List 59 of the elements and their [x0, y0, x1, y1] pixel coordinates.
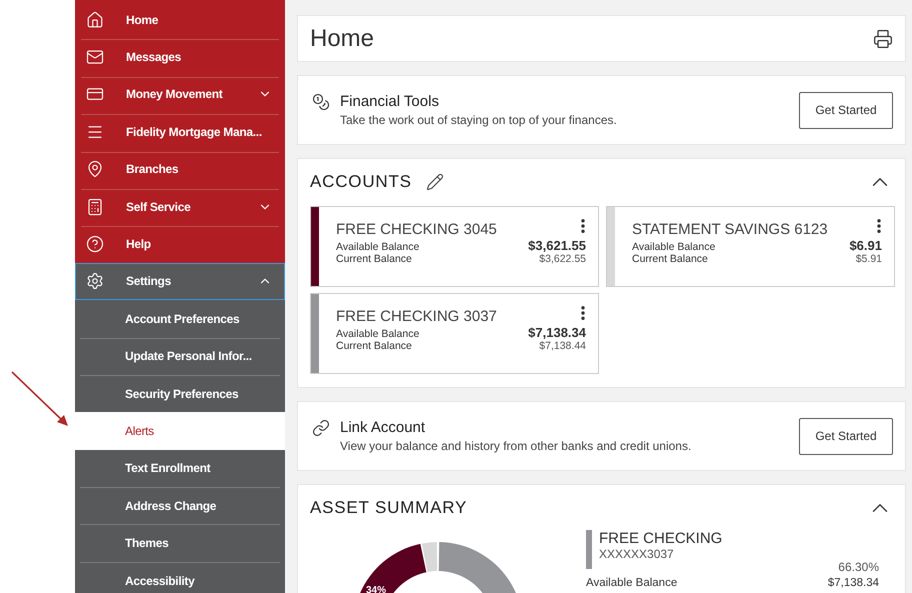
- current-balance-label: Current Balance: [336, 253, 412, 265]
- section-title: ASSET SUMMARY: [310, 498, 468, 518]
- sidebar-item[interactable]: Messages: [75, 38, 285, 76]
- card-subtitle: View your balance and history from other banks and credit unions.: [340, 439, 692, 453]
- sidebar-item[interactable]: Home: [75, 1, 285, 38]
- account-name: STATEMENT SAVINGS 6123: [632, 221, 828, 238]
- current-balance: $5.91: [856, 253, 882, 265]
- available-balance-label: Available Balance: [336, 328, 420, 340]
- balance-value: $7,138.34: [828, 577, 879, 589]
- sidebar-item[interactable]: Help: [75, 225, 285, 263]
- sidebar-item[interactable]: Branches: [75, 150, 285, 188]
- pointer-arrow: [10, 370, 70, 428]
- account-number: XXXXXX3037: [599, 547, 675, 561]
- chart-label: 34%: [366, 585, 386, 593]
- balance-label: Available Balance: [586, 577, 678, 589]
- submenu-item[interactable]: Address Change: [75, 487, 285, 524]
- map-pin-icon: [86, 160, 104, 178]
- get-started-button[interactable]: Get Started: [799, 92, 893, 128]
- available-balance: $6.91: [849, 238, 882, 253]
- calculator-icon: [86, 198, 104, 216]
- sidebar-item[interactable]: Settings: [75, 262, 285, 300]
- sidebar-item[interactable]: Self Service: [75, 188, 285, 226]
- current-balance-label: Current Balance: [336, 340, 412, 352]
- account-tile[interactable]: FREE CHECKING 3037 Available Balance $7,138.34 Current Balance $7,138.44: [310, 293, 599, 374]
- submenu-item[interactable]: Update Personal Infor...: [75, 338, 285, 375]
- page-title: Home: [310, 24, 374, 52]
- account-name: FREE CHECKING: [599, 530, 724, 547]
- card-title: Financial Tools: [340, 93, 440, 110]
- sidebar-item[interactable]: Fidelity Mortgage Mana...: [75, 113, 285, 151]
- home-icon: [86, 10, 104, 29]
- current-balance: $3,622.55: [539, 253, 586, 265]
- percentage: 66.30%: [838, 560, 879, 574]
- account-name: FREE CHECKING 3045: [336, 221, 497, 238]
- submenu-item[interactable]: Security Preferences: [75, 374, 285, 412]
- print-icon[interactable]: [873, 28, 893, 48]
- submenu-item[interactable]: Text Enrollment: [75, 450, 285, 488]
- current-balance: $7,138.44: [539, 340, 586, 352]
- sidebar-item[interactable]: Money Movement: [75, 76, 285, 114]
- available-balance: $7,138.34: [528, 325, 586, 340]
- submenu-item[interactable]: Themes: [75, 524, 285, 562]
- available-balance-label: Available Balance: [632, 241, 716, 253]
- section-title: ACCOUNTS: [310, 172, 412, 192]
- submenu-item[interactable]: Accessibility: [75, 562, 285, 593]
- submenu-item[interactable]: Alerts: [75, 412, 285, 450]
- mail-icon: [86, 48, 104, 66]
- account-tile[interactable]: STATEMENT SAVINGS 6123 Available Balance $6.91 Current Balance $5.91: [606, 206, 895, 287]
- get-started-button[interactable]: Get Started: [799, 418, 893, 454]
- pencil-icon[interactable]: [426, 172, 444, 190]
- link-icon: [312, 419, 330, 437]
- current-balance-label: Current Balance: [632, 253, 708, 265]
- settings-icon: [86, 272, 104, 290]
- submenu-item[interactable]: Account Preferences: [75, 300, 285, 338]
- help-icon: [86, 235, 104, 254]
- available-balance: $3,621.55: [528, 238, 586, 253]
- card-subtitle: Take the work out of staying on top of your finances.: [340, 113, 618, 127]
- card-title: Link Account: [340, 419, 426, 436]
- account-name: FREE CHECKING 3037: [336, 308, 497, 325]
- account-tile[interactable]: FREE CHECKING 3045 Available Balance $3,621.55 Current Balance $3,622.55: [310, 206, 599, 287]
- available-balance-label: Available Balance: [336, 241, 420, 253]
